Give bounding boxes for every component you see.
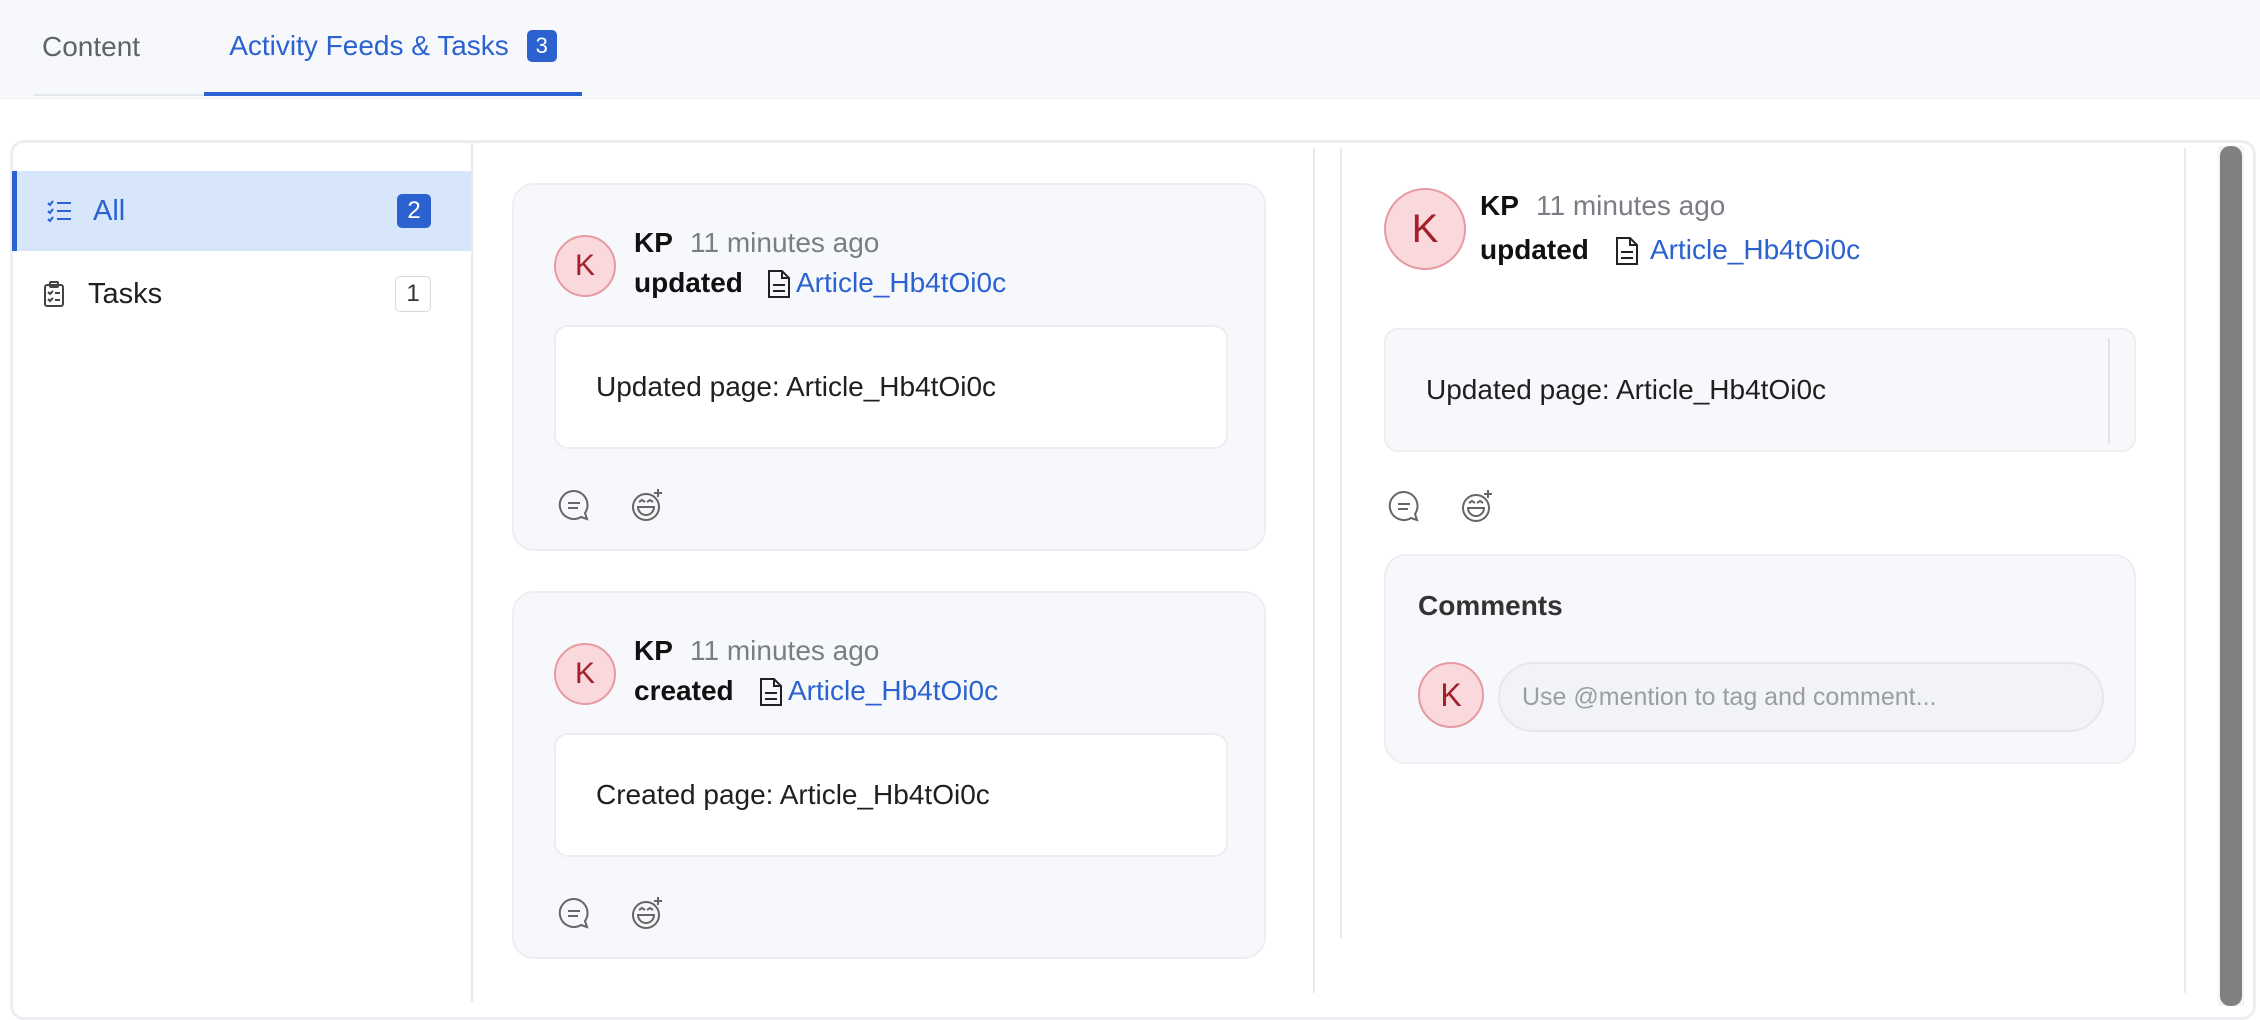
tab-activity-feeds-tasks[interactable]: Activity Feeds & Tasks 3 <box>204 0 582 96</box>
document-icon <box>760 678 782 706</box>
detail-message-box: Updated page: Article_Hb4tOi0c <box>1384 328 2136 452</box>
feed-article-link[interactable]: Article_Hb4tOi0c <box>796 267 1006 299</box>
feed-action: created <box>634 675 734 706</box>
clipboard-icon <box>44 281 64 307</box>
feed-filter-sidebar: All 2 Tasks 1 <box>12 142 473 1002</box>
avatar: K <box>1384 188 1466 270</box>
tab-activity-label: Activity Feeds & Tasks <box>229 30 509 61</box>
comment-icon[interactable] <box>1386 488 1422 524</box>
checklist-icon <box>47 200 71 223</box>
detail-message: Updated page: Article_Hb4tOi0c <box>1426 374 1827 405</box>
sidebar-item-all-count: 2 <box>397 194 431 228</box>
comment-input[interactable] <box>1498 662 2104 732</box>
avatar: K <box>1418 662 1484 728</box>
detail-article-link[interactable]: Article_Hb4tOi0c <box>1650 234 1860 266</box>
sidebar-item-tasks-count: 1 <box>395 276 431 312</box>
comments-title: Comments <box>1418 590 1563 621</box>
feed-author: KP <box>634 635 673 666</box>
detail-timestamp: 11 minutes ago <box>1536 190 1726 221</box>
comments-section: Comments K <box>1384 554 2136 764</box>
pane-divider <box>2184 148 2186 993</box>
document-icon <box>768 270 790 298</box>
add-reaction-icon[interactable] <box>1458 488 1494 524</box>
scrollbar-thumb[interactable] <box>2220 146 2242 1006</box>
sidebar-item-all-label: All <box>93 194 126 227</box>
tab-content-label: Content <box>42 31 141 62</box>
pane-divider <box>1313 148 1315 993</box>
feed-timestamp: 11 minutes ago <box>690 635 880 666</box>
detail-action: updated <box>1480 234 1589 265</box>
avatar: K <box>554 643 616 705</box>
tab-bar: Content Activity Feeds & Tasks 3 <box>0 0 2260 99</box>
comment-icon[interactable] <box>556 895 592 931</box>
feed-author: KP <box>634 227 673 258</box>
tab-activity-count-badge: 3 <box>526 30 557 62</box>
tab-content[interactable]: Content <box>34 0 204 96</box>
feed-message-box: Updated page: Article_Hb4tOi0c <box>554 325 1228 449</box>
add-reaction-icon[interactable] <box>628 487 664 523</box>
comment-icon[interactable] <box>556 487 592 523</box>
sidebar-item-tasks[interactable]: Tasks 1 <box>12 254 471 334</box>
feed-message: Updated page: Article_Hb4tOi0c <box>596 371 997 402</box>
document-icon <box>1616 237 1638 265</box>
feed-message-box: Created page: Article_Hb4tOi0c <box>554 733 1228 857</box>
feed-timestamp: 11 minutes ago <box>690 227 880 258</box>
feed-card[interactable]: K KP 11 minutes ago updated Article_Hb4t… <box>512 183 1266 551</box>
feed-action: updated <box>634 267 743 298</box>
feed-message: Created page: Article_Hb4tOi0c <box>596 779 990 810</box>
detail-author: KP <box>1480 190 1519 221</box>
add-reaction-icon[interactable] <box>628 895 664 931</box>
pane-divider <box>1340 148 1342 938</box>
sidebar-item-all[interactable]: All 2 <box>12 171 471 251</box>
sidebar-item-tasks-label: Tasks <box>88 277 163 310</box>
message-scroll-divider <box>2108 338 2110 444</box>
feed-card[interactable]: K KP 11 minutes ago created Article_Hb4t… <box>512 591 1266 959</box>
feed-article-link[interactable]: Article_Hb4tOi0c <box>788 675 998 707</box>
avatar: K <box>554 235 616 297</box>
